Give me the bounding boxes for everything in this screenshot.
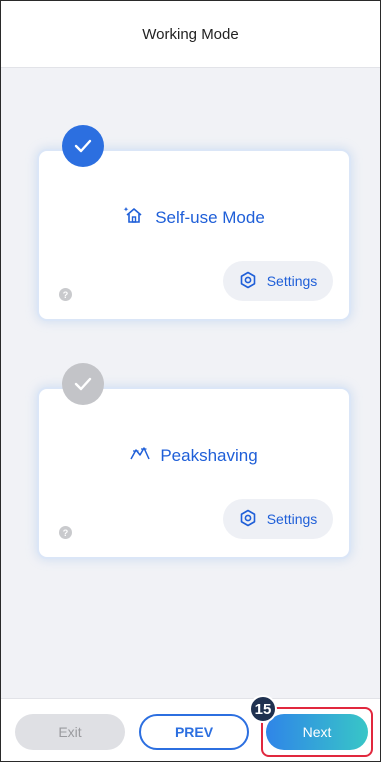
- screen: Working Mode Self-use Mode ? Settings Pe…: [0, 0, 381, 762]
- home-sparkle-icon: [123, 205, 145, 230]
- page-title: Working Mode: [142, 25, 239, 43]
- settings-label: Settings: [266, 511, 318, 527]
- unselected-check-icon[interactable]: [62, 363, 104, 405]
- settings-button[interactable]: Settings: [223, 499, 333, 539]
- next-button[interactable]: Next: [266, 714, 368, 750]
- selected-check-icon[interactable]: [62, 125, 104, 167]
- gear-icon: [239, 271, 257, 292]
- peak-shaving-icon: [130, 445, 151, 466]
- exit-button[interactable]: Exit: [15, 714, 125, 750]
- step-badge: 15: [249, 695, 277, 723]
- mode-label-row: Peakshaving: [39, 445, 349, 466]
- help-icon[interactable]: ?: [59, 288, 72, 301]
- mode-card-peakshaving[interactable]: Peakshaving ? Settings: [39, 389, 349, 557]
- prev-button[interactable]: PREV: [139, 714, 249, 750]
- mode-card-self-use[interactable]: Self-use Mode ? Settings: [39, 151, 349, 319]
- mode-name: Self-use Mode: [155, 207, 265, 227]
- footer-bar: Exit PREV Next 15: [1, 695, 380, 761]
- settings-button[interactable]: Settings: [223, 261, 333, 301]
- gear-icon: [239, 509, 257, 530]
- mode-label-row: Self-use Mode: [39, 205, 349, 230]
- mode-name: Peakshaving: [160, 445, 258, 465]
- header: Working Mode: [1, 1, 380, 68]
- help-icon[interactable]: ?: [59, 526, 72, 539]
- settings-label: Settings: [266, 273, 318, 289]
